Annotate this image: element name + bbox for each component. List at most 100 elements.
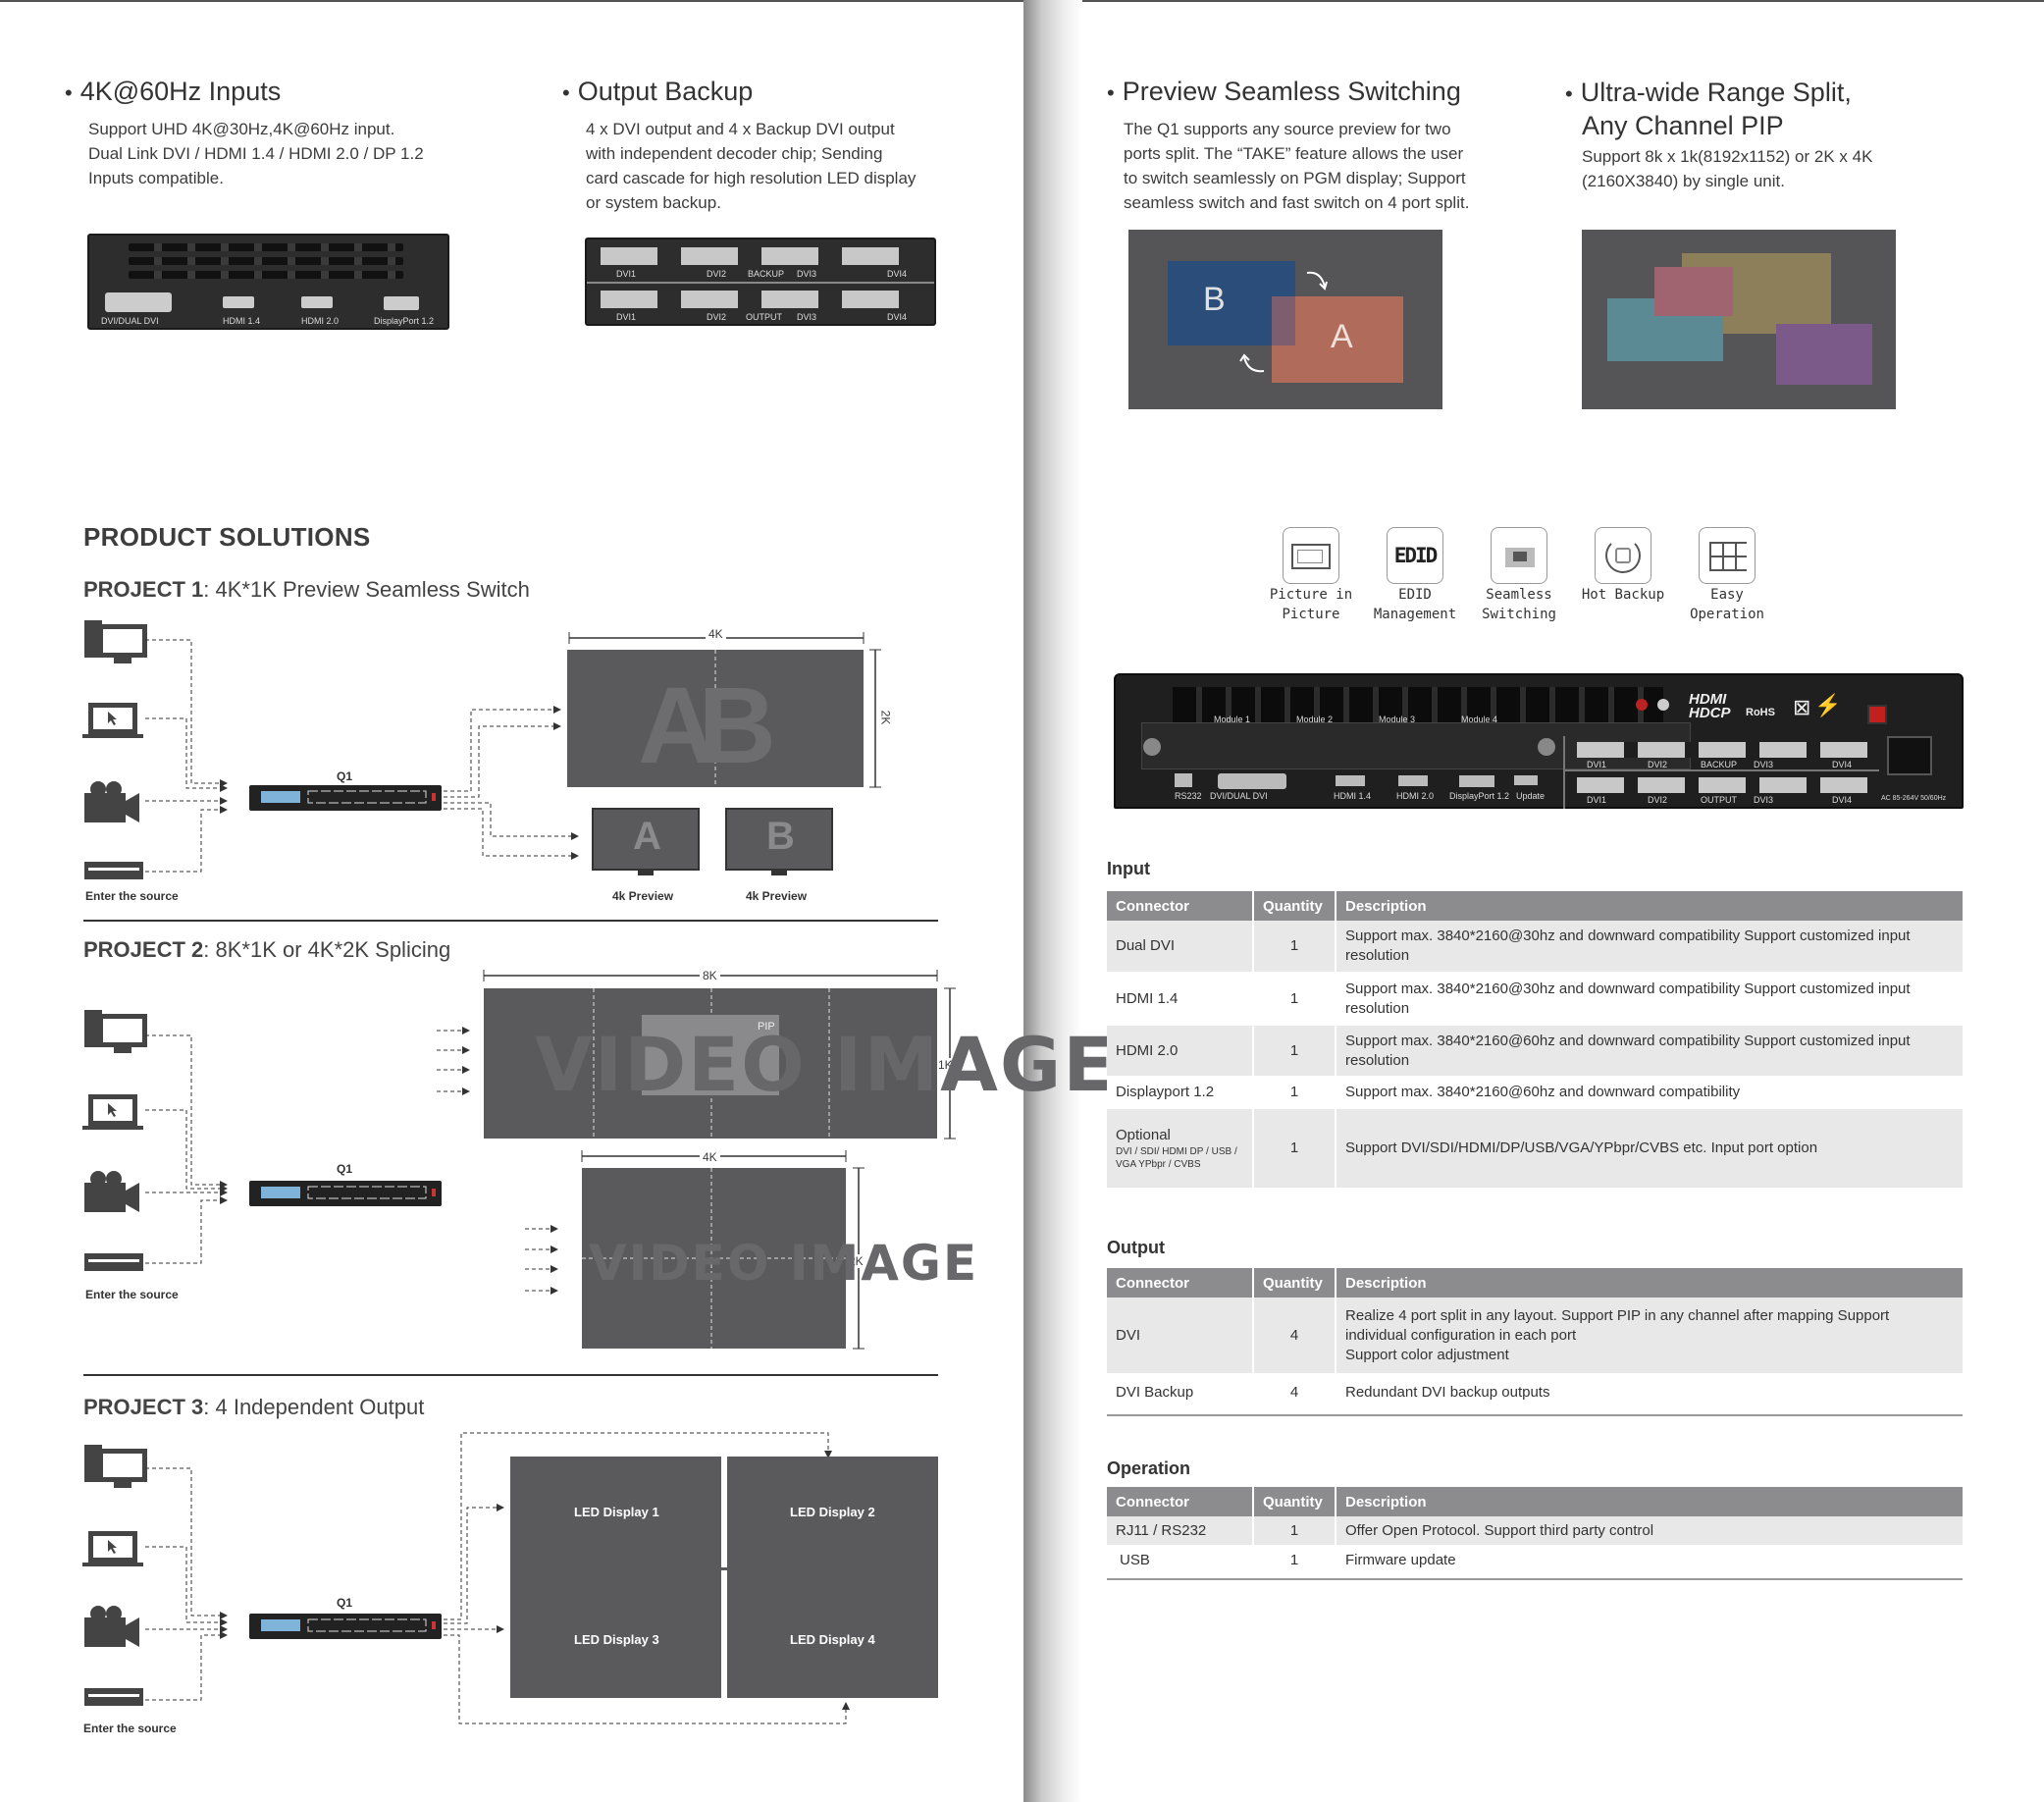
icon-label: Hot Backup (1581, 587, 1665, 603)
source-label: Enter the source (85, 889, 179, 903)
q1-device-image (249, 785, 442, 811)
port-label: DVI2 (1648, 795, 1668, 805)
hdmi-port-icon (301, 296, 333, 308)
hdmi-port-icon (223, 296, 254, 308)
input-table: Connector Quantity Description Dual DVI … (1107, 891, 1963, 1190)
quantity-cell: 1 (1252, 973, 1336, 1026)
description-cell: Realize 4 port split in any layout. Supp… (1335, 1298, 1963, 1375)
product-solutions-heading: PRODUCT SOLUTIONS (83, 522, 371, 552)
port-label: DVI1 (1587, 795, 1607, 805)
connector-cell: RJ11 / RS232 (1107, 1516, 1253, 1547)
rear-panel-image: Module 1 Module 2 Module 3 Module 4 RS23… (1114, 673, 1964, 809)
quantity-cell: 1 (1252, 1546, 1336, 1576)
q1-device-image (249, 1181, 442, 1206)
port-label: HDMI 1.4 (1334, 791, 1372, 801)
screw-icon (1538, 738, 1555, 756)
module-label: Module 4 (1461, 715, 1498, 724)
column-header: Connector (1107, 1268, 1253, 1298)
laptop-icon (82, 703, 143, 738)
port-label: DVI1 (616, 269, 637, 279)
window-overlap (1272, 296, 1295, 345)
icon-label: Seamless Switching (1482, 587, 1556, 622)
table-header-row: Connector Quantity Description (1107, 1268, 1963, 1298)
displayport-port-icon (384, 296, 419, 310)
port-label: DVI1 (616, 312, 637, 322)
connector-options: DVI / SDI/ HDMI DP / USB / VGA YPbpr / C… (1116, 1146, 1237, 1170)
connector-cell: HDMI 2.0 (1107, 1025, 1253, 1078)
text-line: 4 x DVI output and 4 x Backup DVI output (586, 120, 895, 138)
quantity-cell: 1 (1252, 1025, 1336, 1078)
arrow-curve-icon (1306, 271, 1328, 291)
table-row: DVI 4 Realize 4 port split in any layout… (1107, 1298, 1963, 1375)
title-line: Any Channel PIP (1582, 111, 1784, 140)
source-label: Enter the source (85, 1288, 179, 1301)
port-label: DVI/DUAL DVI (101, 316, 159, 326)
dim-label: 4K (700, 1150, 720, 1164)
led-display-label: LED Display 4 (790, 1632, 875, 1647)
player-icon (84, 1688, 143, 1706)
led-display-label: LED Display 3 (574, 1632, 659, 1647)
text-line: Support 8k x 1k(8192x1152) or 2K x 4K (1582, 147, 1873, 166)
operation-table-title: Operation (1107, 1458, 1191, 1478)
picture-in-picture-icon (1283, 527, 1339, 584)
divider (83, 920, 938, 922)
port-label: DVI/DUAL DVI (1210, 791, 1268, 801)
recycle-bin-icon: ⊠ (1793, 695, 1811, 719)
icon-label: Easy Operation (1690, 587, 1764, 622)
power-switch (1867, 705, 1887, 724)
q1-device-image (249, 1614, 442, 1639)
column-header: Description (1335, 1487, 1963, 1516)
feature-text-preview-switching: The Q1 supports any source preview for t… (1124, 117, 1516, 215)
seamless-switching-icon (1491, 527, 1547, 584)
table-row: HDMI 2.0 1 Support max. 3840*2160@60hz a… (1107, 1025, 1963, 1078)
hdmi-logo: HDMI HDCP (1689, 691, 1731, 721)
text-line: card cascade for high resolution LED dis… (586, 169, 917, 187)
player-icon (84, 1253, 143, 1271)
column-header: Quantity (1252, 1268, 1336, 1298)
led-display-label: LED Display 1 (574, 1505, 659, 1519)
table-header-row: Connector Quantity Description (1107, 891, 1963, 921)
project2-title: PROJECT 2: 8K*1K or 4K*2K Splicing (83, 937, 451, 962)
watermark-text: VIDEO IMAGE (535, 1021, 1117, 1108)
connector-cell: DVI (1107, 1298, 1253, 1375)
table-row: DVI Backup 4 Redundant DVI backup output… (1107, 1374, 1963, 1412)
device-label: Q1 (337, 1162, 353, 1176)
connector-cell: Optional DVI / SDI/ HDMI DP / USB / VGA … (1107, 1108, 1253, 1190)
source-label: Enter the source (83, 1722, 177, 1735)
table-row: HDMI 1.4 1 Support max. 3840*2160@30hz a… (1107, 973, 1963, 1026)
column-header: Quantity (1252, 891, 1336, 921)
dvi-port-icon (105, 292, 172, 312)
quantity-cell: 1 (1252, 1108, 1336, 1190)
quantity-cell: 1 (1252, 1516, 1336, 1547)
feature-text-4k-inputs: Support UHD 4K@30Hz,4K@60Hz input. Dual … (88, 117, 500, 190)
quantity-cell: 4 (1252, 1374, 1336, 1412)
description-text: Support color adjustment (1345, 1346, 1509, 1363)
port-label: HDMI 1.4 (223, 316, 261, 326)
column-header: Quantity (1252, 1487, 1336, 1516)
port-label: OUTPUT (1701, 795, 1737, 805)
project1-diagram (82, 620, 881, 879)
port-label: BACKUP (1701, 760, 1738, 769)
text-line: to switch seamlessly on PGM display; Sup… (1124, 169, 1466, 187)
power-socket-icon (1887, 736, 1932, 775)
table-row: Displayport 1.2 1 Support max. 3840*2160… (1107, 1077, 1963, 1109)
port-label: DVI4 (1832, 795, 1853, 805)
text-line: Inputs compatible. (88, 169, 224, 187)
screw-icon (1143, 738, 1161, 756)
port-label: DisplayPort 1.2 (374, 316, 435, 326)
module-label: Module 1 (1214, 715, 1251, 724)
column-header: Description (1335, 1268, 1963, 1298)
connector-name: Optional (1116, 1127, 1171, 1143)
feature-title-4k-inputs: • 4K@60Hz Inputs (65, 77, 282, 106)
description-cell: Support max. 3840*2160@30hz and downward… (1335, 921, 1963, 974)
quantity-cell: 1 (1252, 921, 1336, 974)
project3-title: PROJECT 3: 4 Independent Output (83, 1395, 425, 1419)
dim-label: 2K (878, 710, 893, 725)
window-b-label: B (1203, 281, 1226, 318)
hdmi-port-icon (1398, 775, 1428, 786)
port-label: DVI3 (1754, 760, 1774, 769)
port-label: OUTPUT (746, 312, 782, 322)
page-gutter (1023, 0, 1082, 1802)
watermark-text: VIDEO IMAGE (589, 1235, 979, 1292)
description-cell: Firmware update (1335, 1546, 1963, 1576)
